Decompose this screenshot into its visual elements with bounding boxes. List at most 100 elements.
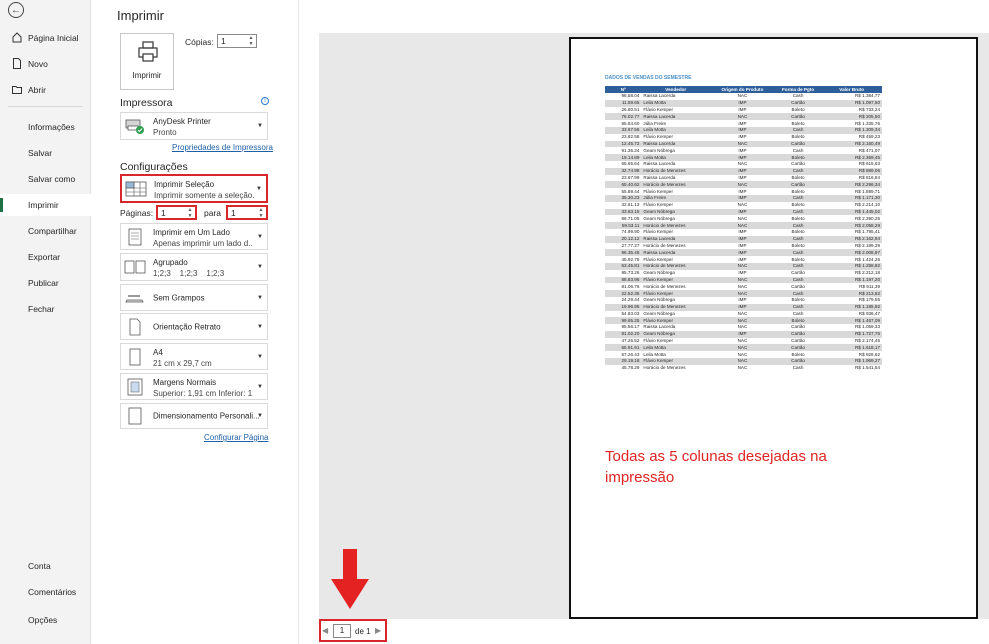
printer-status: Pronto <box>153 128 177 137</box>
table-cell: R$ 2.369,45 <box>821 154 882 161</box>
table-cell: Cash <box>774 262 822 270</box>
table-cell: Cartão <box>791 161 805 167</box>
table-cell: IMP <box>738 297 747 303</box>
table-cell: Flávio Kemper <box>643 134 674 140</box>
table-cell: R$ 2.174,45 <box>854 338 880 344</box>
table-cell: 23.67.99 <box>621 174 640 180</box>
table-cell: 81.02.20 <box>605 330 642 338</box>
pages-from-input[interactable]: 1 ▲ ▼ <box>156 205 197 220</box>
table-cell: Raissa Lacerda <box>643 161 676 167</box>
next-page-icon[interactable]: ▶ <box>375 626 381 635</box>
table-cell: Boleto <box>791 242 805 248</box>
prev-page-icon[interactable]: ◀ <box>322 626 328 635</box>
table-cell: IMP <box>738 188 747 194</box>
stepper-arrows-icon[interactable]: ▲ ▼ <box>247 35 255 47</box>
paper-size-select[interactable]: A4 21 cm x 29,7 cm ▼ <box>120 343 268 370</box>
printer-name: AnyDesk Printer <box>153 117 211 126</box>
table-cell: Cartão <box>791 338 805 344</box>
collation-select[interactable]: Agrupado 1;2;3 1;2;3 1;2;3 ▼ <box>120 253 268 281</box>
table-cell: R$ 1.258,82 <box>821 262 882 270</box>
table-row: 19.96.95 Horácio de Menezes IMP Cash R$ 1.18… <box>605 303 882 311</box>
orientation-select[interactable]: Orientação Retrato ▼ <box>120 313 268 340</box>
table-cell: NAC <box>737 161 748 167</box>
table-cell: R$ 179,55 <box>858 297 880 303</box>
table-cell: IMP <box>710 194 775 202</box>
nav-item-save-as[interactable]: Salvar como <box>0 168 91 190</box>
table-cell: Horácio de Menezes <box>641 303 711 311</box>
nav-item-open[interactable]: Abrir <box>0 79 91 101</box>
nav-item-new[interactable]: Novo <box>0 53 91 75</box>
nav-item-options[interactable]: Opções <box>0 609 91 631</box>
table-cell: 78.02.77 <box>605 113 642 121</box>
table-cell: NAC <box>737 324 748 330</box>
table-cell: R$ 936,47 <box>858 310 880 316</box>
table-row: 65.40.62 Horácio de Menezes NAC Cartão R$ 2.… <box>605 181 882 189</box>
stepper-arrows-icon[interactable]: ▲ ▼ <box>186 207 194 219</box>
print-button[interactable]: Imprimir <box>120 33 174 90</box>
table-row: 88.83.96 Flávio Kemper NAC Cash R$ 1.197,20 <box>605 276 882 284</box>
table-row: 91.35.24 Geam Nóbrega IMP Cash R$ 471,07 <box>605 147 882 154</box>
nav-item-publish[interactable]: Publicar <box>0 272 91 294</box>
table-cell: Raissa Lacerda <box>643 174 676 180</box>
nav-item-account[interactable]: Conta <box>0 555 91 577</box>
nav-item-home[interactable]: Página Inicial <box>0 27 91 49</box>
table-cell: R$ 1.185,92 <box>821 303 882 311</box>
table-cell: Raissa Lacerda <box>641 140 711 148</box>
info-icon[interactable]: i <box>261 97 269 105</box>
nav-item-close[interactable]: Fechar <box>0 298 91 320</box>
table-cell: NAC <box>737 338 748 344</box>
paper-size-title: A4 <box>153 348 163 357</box>
table-cell: Boleto <box>791 351 805 357</box>
new-file-icon <box>13 58 21 69</box>
table-row: 78.02.77 Raissa Lacerda NAC Cartão R$ 205,50 <box>605 113 882 121</box>
table-cell: R$ 2.212,18 <box>854 270 880 276</box>
table-cell: R$ 1.335,76 <box>854 120 880 126</box>
nav-item-share[interactable]: Compartilhar <box>0 220 91 242</box>
nav-item-print[interactable]: Imprimir <box>0 194 91 216</box>
table-row: 95.56.17 Raissa Lacerda NAC Cartão R$ 1.059,… <box>605 324 882 331</box>
table-cell: Flávio Kemper <box>643 256 674 262</box>
copies-stepper[interactable]: 1 ▲ ▼ <box>217 34 257 48</box>
page-setup-link[interactable]: Configurar Página <box>204 433 268 442</box>
page-count: de 1 <box>355 627 371 636</box>
print-what-select[interactable]: Imprimir Seleção Imprimir somente a sele… <box>120 174 268 203</box>
table-cell: NAC <box>710 113 775 121</box>
table-cell: Cartão <box>791 324 805 330</box>
table-cell: 59.53.11 <box>605 222 642 229</box>
printer-properties-link[interactable]: Propriedades de Impressora <box>172 143 273 152</box>
table-row: 86.71.05 Geam Nóbrega NAC Boleto R$ 2.390,25 <box>605 215 882 222</box>
chevron-down-icon: ▼ <box>257 383 263 390</box>
nav-item-save[interactable]: Salvar <box>0 142 91 164</box>
table-cell: Cash <box>792 147 804 153</box>
table-cell: NAC <box>737 365 748 371</box>
margins-title: Margens Normais <box>153 378 217 387</box>
table-cell: Geam Nóbrega <box>643 297 675 303</box>
scaling-select[interactable]: Dimensionamento Personali... ▼ <box>120 403 268 429</box>
table-row: 99.65.25 Flávio Kemper NAC Boleto R$ 1.467,0… <box>605 317 882 325</box>
staple-select[interactable]: Sem Grampos ▼ <box>120 284 268 311</box>
pages-to-value: 1 <box>231 207 236 218</box>
nav-item-export[interactable]: Exportar <box>0 246 91 268</box>
table-cell: R$ 2.160,49 <box>821 140 882 148</box>
nav-item-feedback[interactable]: Comentários <box>0 581 91 603</box>
stepper-arrows-icon[interactable]: ▲ ▼ <box>257 207 265 219</box>
table-cell: Flávio Kemper <box>643 106 674 112</box>
table-cell: IMP <box>738 174 747 180</box>
table-cell: NAC <box>710 290 775 297</box>
table-cell: Cash <box>774 290 822 297</box>
table-cell: 88.83.96 <box>605 276 642 284</box>
table-row: 32.74.98 Horácio de Menezes IMP Cash R$ 889,… <box>605 167 882 175</box>
table-cell: NAC <box>710 181 775 189</box>
pages-to-input[interactable]: 1 ▲ ▼ <box>226 205 268 220</box>
sides-select[interactable]: Imprimir em Um Lado Apenas imprimir um l… <box>120 223 268 250</box>
current-page-input[interactable]: 1 <box>333 624 351 638</box>
margins-select[interactable]: Margens Normais Superior: 1,91 cm Inferi… <box>120 373 268 400</box>
table-cell: R$ 2.296,34 <box>821 181 882 189</box>
nav-item-info[interactable]: Informações <box>0 116 91 138</box>
printer-select[interactable]: AnyDesk Printer Pronto ▼ <box>120 112 268 140</box>
table-cell: Boleto <box>791 229 805 235</box>
table-cell: Horácio de Menezes <box>641 222 711 229</box>
table-row: 19.14.89 Leila Motta IMP Boleto R$ 2.369,45 <box>605 154 882 161</box>
table-cell: Júlia Freire <box>641 194 711 202</box>
back-arrow-icon[interactable]: ← <box>8 2 24 18</box>
